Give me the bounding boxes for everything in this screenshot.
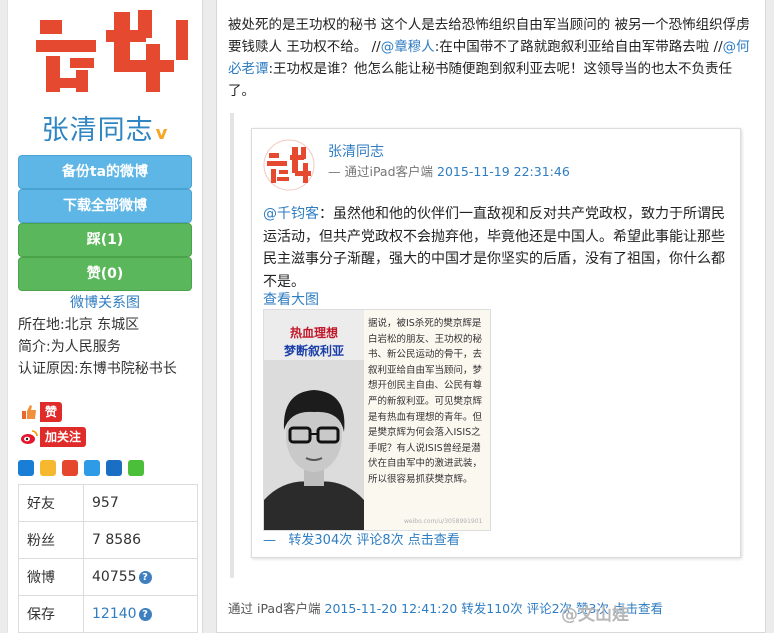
thumb-up-icon — [18, 401, 40, 423]
share-icons — [18, 460, 144, 476]
photo-area: 热血理想 梦断叙利亚 — [264, 310, 364, 530]
share-qzone-icon[interactable] — [18, 460, 34, 476]
location-text: 所在地:北京 东城区 — [18, 317, 140, 333]
profile-name[interactable]: 张清同志 v — [8, 108, 202, 147]
follow-label: 加关注 — [40, 427, 87, 447]
repost-count-link[interactable]: 转发110次 — [461, 601, 522, 616]
repost-author-link[interactable]: 张清同志 — [328, 141, 384, 161]
stats-key: 微博 — [18, 558, 84, 596]
stats-key: 粉丝 — [18, 521, 84, 559]
footer-dash: — — [263, 533, 276, 548]
comment-count-link[interactable]: 评论8次 — [356, 533, 403, 548]
weibo-post: 被处死的是王功权的秘书 这个人是去给恐怖组织自由军当顾问的 被另一个恐怖组织俘虏… — [216, 0, 766, 633]
dislike-button[interactable]: 踩(1) — [18, 223, 192, 257]
stats-row: 粉丝 7 8586 — [18, 521, 198, 559]
share-star-icon[interactable] — [40, 460, 56, 476]
post-text-part: :在中国带不了路就跑叙利亚给自由军带路去啦 // — [434, 39, 723, 55]
image-title-1: 热血理想 — [289, 326, 338, 340]
weibo-count: 40755 — [92, 569, 137, 585]
repost-footer: — 转发304次 评论8次 点击查看 — [263, 529, 460, 548]
stats-row: 好友 957 — [18, 484, 198, 522]
share-p-icon[interactable] — [84, 460, 100, 476]
repost-meta: — 通过iPad客户端 2015-11-19 22:31:46 — [328, 161, 570, 180]
repost-image[interactable]: 热血理想 梦断叙利亚 据说，被IS杀死的樊京辉是白岩松的朋友、王功权的秘书、新公… — [263, 309, 491, 531]
verified-icon: v — [155, 123, 169, 144]
saved-count-link[interactable]: 12140 — [92, 606, 137, 622]
image-title-2: 梦断叙利亚 — [283, 344, 344, 358]
watermark-text: @文山娃 — [561, 605, 629, 625]
repost-avatar[interactable] — [263, 139, 315, 191]
help-icon[interactable]: ? — [138, 570, 152, 584]
backup-weibo-button[interactable]: 备份ta的微博 — [18, 155, 192, 189]
mention-link[interactable]: @章穆人 — [381, 39, 435, 55]
view-large-image-link[interactable]: 查看大图 — [263, 289, 319, 309]
image-caption: 据说，被IS杀死的樊京辉是白岩松的朋友、王功权的秘书、新公民运动的骨干，去叙利亚… — [368, 318, 483, 485]
follow-button[interactable]: 加关注 — [18, 426, 87, 448]
like-label: 赞 — [40, 402, 63, 422]
repost-count-link[interactable]: 转发304次 — [288, 533, 352, 548]
weibo-icon — [18, 426, 40, 448]
profile-sidebar: 张清同志 v 备份ta的微博 下载全部微博 踩(1) 赞(0) 微博关系图 所在地… — [7, 0, 203, 633]
post-text: 被处死的是王功权的秘书 这个人是去给恐怖组织自由军当顾问的 被另一个恐怖组织俘虏… — [228, 14, 758, 102]
repost-indent-bar — [230, 113, 234, 578]
repost-body: ：虽然他和他的伙伴们一直敌视和反对共产党政权，致力于所谓民运活动，但共产党政权不… — [263, 206, 725, 290]
stats-row: 微博 40755? — [18, 558, 198, 596]
stats-table: 好友 957 粉丝 7 8586 微博 40755? 保存 12140? — [18, 484, 198, 633]
stats-key: 好友 — [18, 484, 84, 522]
profile-name-text: 张清同志 — [41, 115, 154, 146]
portrait-icon — [264, 390, 364, 530]
verify-reason-text: 认证原因:东博书院秘书长 — [18, 361, 177, 377]
intro-text: 简介:为人民服务 — [18, 339, 121, 355]
view-link[interactable]: 点击查看 — [408, 533, 460, 548]
relation-graph-link[interactable]: 微博关系图 — [8, 292, 202, 312]
share-renren-icon[interactable] — [106, 460, 122, 476]
share-weibo-icon[interactable] — [62, 460, 78, 476]
post-source: 通过 iPad客户端 — [228, 601, 321, 616]
like-count-button[interactable]: 赞(0) — [18, 257, 192, 291]
repost-text: @千钧客：虽然他和他的伙伴们一直敌视和反对共产党政权，致力于所谓民运活动，但共产… — [263, 203, 729, 293]
stats-key: 保存 — [18, 595, 84, 633]
post-time-link[interactable]: 2015-11-20 12:41:20 — [325, 601, 458, 616]
repost-time-link[interactable]: 2015-11-19 22:31:46 — [437, 164, 570, 179]
fans-count: 7 8586 — [83, 521, 198, 559]
share-wechat-icon[interactable] — [128, 460, 144, 476]
mention-link[interactable]: @千钧客 — [263, 206, 319, 222]
image-watermark: weibo.com/u/3058991901 — [404, 518, 483, 525]
download-all-button[interactable]: 下载全部微博 — [18, 189, 192, 223]
reposted-card: 张清同志 — 通过iPad客户端 2015-11-19 22:31:46 @千钧… — [251, 128, 741, 558]
post-text-part: :王功权是谁？他怎么能让秘书随便跑到叙利亚去呢！这领导当的也太不负责任了。 — [228, 61, 733, 99]
help-icon[interactable]: ? — [138, 607, 152, 621]
avatar[interactable] — [26, 0, 196, 96]
stats-row: 保存 12140? — [18, 595, 198, 633]
like-button[interactable]: 赞 — [18, 401, 63, 423]
repost-source: — 通过iPad客户端 — [328, 164, 434, 179]
friends-count: 957 — [83, 484, 198, 522]
